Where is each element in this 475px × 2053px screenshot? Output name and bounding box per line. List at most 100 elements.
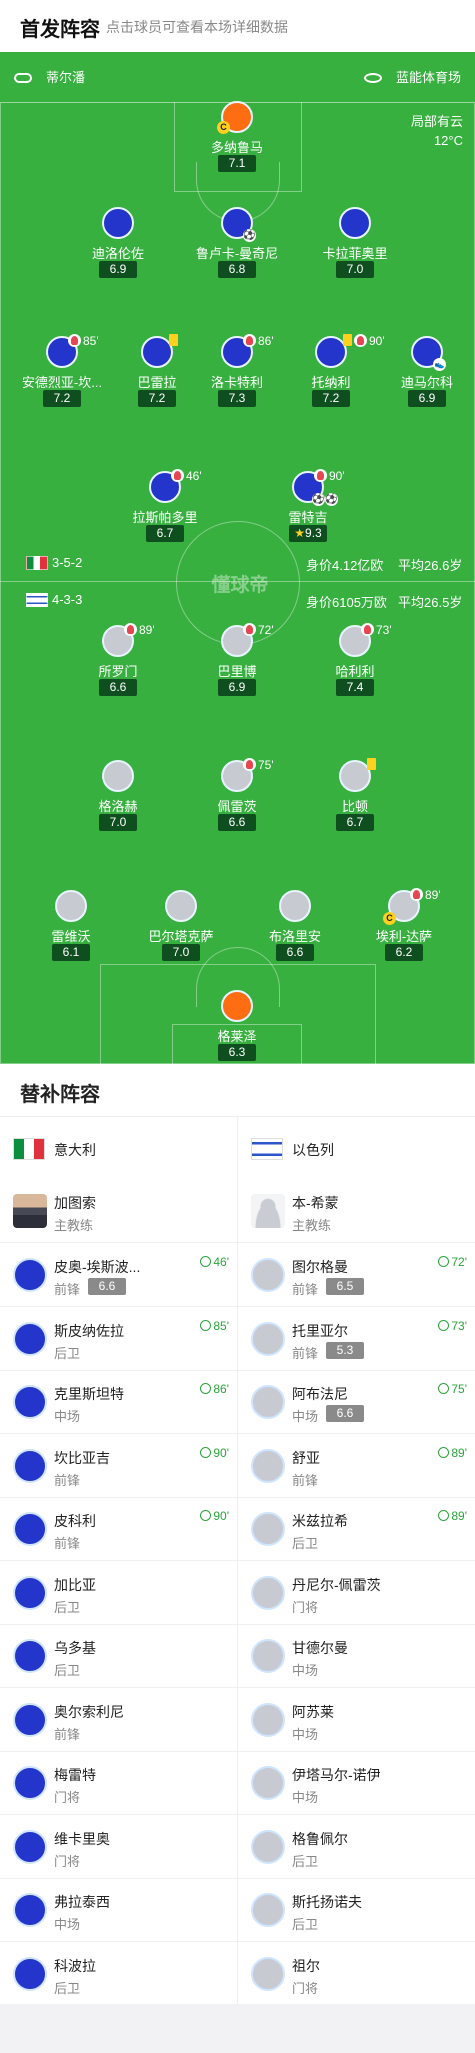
sub-player-row[interactable]: 伊塔马尔-诺伊 中场 xyxy=(238,1751,475,1815)
yellow-card-icon xyxy=(169,334,178,346)
sub-minute: 46' xyxy=(186,469,202,483)
sub-player-row[interactable]: 科波拉 后卫 xyxy=(0,1942,237,2006)
sub-player-name: 科波拉 xyxy=(54,1957,96,1974)
sub-player-row[interactable]: 图尔格曼 前锋 6.5 72' xyxy=(238,1243,475,1307)
sub-player-row[interactable]: 维卡里奥 门将 xyxy=(0,1815,237,1879)
player-avatar xyxy=(251,1385,285,1419)
away-age: 平均26.5岁 xyxy=(398,595,463,610)
page-footer xyxy=(0,2004,475,2053)
sub-player-name: 祖尔 xyxy=(292,1957,320,1974)
player-avatar xyxy=(102,760,134,792)
sub-player-name: 格鲁佩尔 xyxy=(292,1830,348,1847)
away-team-label: 以色列 xyxy=(238,1117,475,1179)
away-formation: 4-3-3 xyxy=(52,592,83,607)
sub-player-name: 斯托扬诺夫 xyxy=(292,1894,362,1910)
sub-minute: 86' xyxy=(258,334,274,348)
sub-player-position: 后卫 xyxy=(292,1853,319,1869)
sub-player-position: 中场 xyxy=(292,1663,319,1678)
sub-player-name: 加比亚 xyxy=(54,1576,96,1593)
goal-ball-icon: ⚽ xyxy=(243,229,256,242)
sub-minute: 72' xyxy=(258,623,274,637)
sub-player-position: 中场 xyxy=(54,1917,81,1932)
sub-off-icon xyxy=(243,334,256,347)
lineup-hint: 点击球员可查看本场详细数据 xyxy=(106,19,288,35)
player-avatar xyxy=(13,1575,47,1610)
sub-on-minute: 85' xyxy=(200,1319,229,1333)
sub-minute: 75' xyxy=(258,758,274,772)
sub-player-position: 中场 xyxy=(292,1409,319,1424)
sub-player-name: 斯皮纳佐拉 xyxy=(54,1322,124,1339)
sub-minute: 89' xyxy=(139,623,155,637)
sub-player-row[interactable]: 弗拉泰西 中场 xyxy=(0,1878,237,1942)
player-avatar xyxy=(221,990,253,1022)
sub-player-name: 乌多基 xyxy=(54,1640,96,1656)
player-rating: 6.6 xyxy=(218,814,256,831)
player-avatar xyxy=(13,1512,47,1546)
player-name: 鲁卢卡-曼奇尼 xyxy=(195,246,279,261)
sub-player-position: 前锋 xyxy=(54,1472,81,1488)
sub-minute: 73' xyxy=(376,623,392,637)
player-name: 巴尔塔克萨 xyxy=(148,929,214,944)
player-avatar xyxy=(251,1448,285,1483)
sub-player-row[interactable]: 乌多基 后卫 xyxy=(0,1624,237,1688)
home-value: 身价4.12亿欧 xyxy=(306,558,384,573)
sub-minute: 85' xyxy=(83,334,99,348)
sub-player-position: 后卫 xyxy=(292,1917,319,1932)
subs-section: 意大利 加图索 主教练 皮奥-埃斯波... 前锋 6.6 46' 斯皮纳佐拉 后卫 85' 克… xyxy=(0,1116,475,2006)
sub-on-minute: 90' xyxy=(200,1446,229,1460)
sub-player-row[interactable]: 甘德尔曼 中场 xyxy=(238,1624,475,1688)
sub-player-row[interactable]: 梅雷特 门将 xyxy=(0,1751,237,1815)
home-coach[interactable]: 加图索 主教练 xyxy=(0,1179,237,1243)
sub-player-row[interactable]: 丹尼尔-佩雷茨 门将 xyxy=(238,1561,475,1625)
player-rating: 6.7 xyxy=(336,814,374,831)
sub-player-position: 前锋 xyxy=(292,1472,319,1488)
sub-player-row[interactable]: 皮奥-埃斯波... 前锋 6.6 46' xyxy=(0,1243,237,1307)
sub-off-icon xyxy=(171,469,184,482)
player-name: 雷维沃 xyxy=(51,929,91,944)
away-value: 身价6105万欧 xyxy=(306,595,387,610)
sub-player-row[interactable]: 加比亚 后卫 xyxy=(0,1561,237,1625)
sub-player-row[interactable]: 斯皮纳佐拉 后卫 85' xyxy=(0,1307,237,1371)
sub-player-row[interactable]: 阿苏莱 中场 xyxy=(238,1688,475,1752)
sub-player-row[interactable]: 阿布法尼 中场 6.6 75' xyxy=(238,1370,475,1434)
player-avatar xyxy=(13,1258,47,1292)
sub-player-row[interactable]: 坎比亚吉前锋 90' xyxy=(0,1434,237,1498)
away-coach[interactable]: 本-希蒙 主教练 xyxy=(238,1179,475,1243)
sub-player-name: 丹尼尔-佩雷茨 xyxy=(292,1576,381,1593)
player-avatar xyxy=(13,1385,47,1419)
player-rating: 6.9 xyxy=(99,261,137,278)
player-avatar xyxy=(251,1956,285,1991)
away-team-info: 4-3-3 身价6105万欧 平均26.5岁 xyxy=(0,590,475,610)
goal-ball-icon: ⚽ xyxy=(312,493,325,506)
sub-on-minute: 75' xyxy=(438,1382,467,1396)
player-avatar xyxy=(251,1702,285,1737)
player-rating: 7.2 xyxy=(138,390,176,407)
player-name: 多纳鲁马 xyxy=(210,140,263,155)
player-rating: 6.7 xyxy=(146,525,184,542)
home-team-info: 3-5-2 身价4.12亿欧 平均26.6岁 xyxy=(0,553,475,573)
sub-player-row[interactable]: 皮科利 前锋 90' xyxy=(0,1497,237,1561)
coach-avatar-placeholder-icon xyxy=(251,1194,285,1228)
sub-player-rating: 6.6 xyxy=(88,1278,126,1295)
player-name: 所罗门 xyxy=(98,664,138,679)
player-avatar xyxy=(279,890,311,922)
sub-player-row[interactable]: 祖尔 门将 xyxy=(238,1942,475,2006)
sub-player-row[interactable]: 克里斯坦特 中场 86' xyxy=(0,1370,237,1434)
coach-role: 主教练 xyxy=(54,1218,94,1233)
sub-player-position: 中场 xyxy=(54,1409,81,1424)
stadium-name: 蓝能体育场 xyxy=(395,70,461,85)
player-avatar xyxy=(13,1766,47,1800)
sub-player-row[interactable]: 舒亚 前锋 89' xyxy=(238,1434,475,1498)
sub-player-row[interactable]: 斯托扬诺夫 后卫 xyxy=(238,1878,475,1942)
player-rating: 7.4 xyxy=(336,679,374,696)
player-avatar xyxy=(251,1575,285,1610)
sub-player-row[interactable]: 奥尔索利尼 前锋 xyxy=(0,1688,237,1752)
player-avatar xyxy=(251,1893,285,1927)
sub-player-name: 奥尔索利尼 xyxy=(54,1703,124,1720)
sub-player-name: 坎比亚吉 xyxy=(54,1449,110,1466)
sub-player-row[interactable]: 托里亚尔 前锋 5.3 73' xyxy=(238,1307,475,1371)
player-rating: 6.6 xyxy=(99,679,137,696)
sub-player-row[interactable]: 米兹拉希 后卫 89' xyxy=(238,1497,475,1561)
sub-player-position: 前锋 xyxy=(292,1282,319,1297)
sub-player-row[interactable]: 格鲁佩尔 后卫 xyxy=(238,1815,475,1879)
